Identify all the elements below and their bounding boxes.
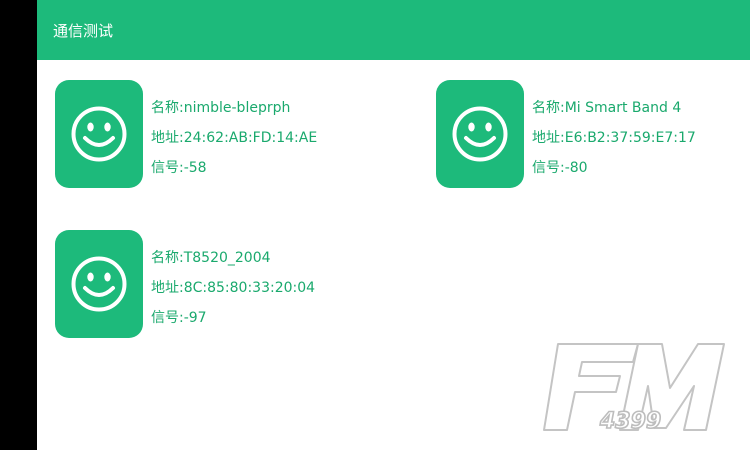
device-address-label: 地址: — [151, 280, 184, 296]
app-window: 通信测试 名称:nimble-bleprph 地址:24:62:AB:FD:14… — [37, 0, 750, 450]
device-signal-label: 信号: — [151, 160, 184, 176]
device-name-label: 名称: — [151, 100, 184, 116]
device-name: nimble-bleprph — [183, 100, 291, 116]
device-address-row: 地址:24:62:AB:FD:14:AE — [151, 123, 317, 153]
device-signal: -80 — [564, 160, 588, 176]
device-item-3[interactable]: 名称:T8520_2004 地址:8C:85:80:33:20:04 信号:-9… — [55, 230, 385, 340]
device-address: 24:62:AB:FD:14:AE — [183, 130, 318, 146]
watermark-number: 4399 — [599, 409, 661, 434]
device-signal: -58 — [183, 160, 207, 176]
device-address-label: 地址: — [151, 130, 184, 146]
device-name-label: 名称: — [532, 100, 565, 116]
device-address-row: 地址:8C:85:80:33:20:04 — [151, 273, 315, 303]
device-info: 名称:T8520_2004 地址:8C:85:80:33:20:04 信号:-9… — [151, 243, 315, 333]
device-item-2[interactable]: 名称:Mi Smart Band 4 地址:E6:B2:37:59:E7:17 … — [436, 80, 750, 190]
device-info: 名称:Mi Smart Band 4 地址:E6:B2:37:59:E7:17 … — [532, 93, 696, 183]
device-name-row: 名称:T8520_2004 — [151, 243, 315, 273]
smiley-icon — [55, 230, 143, 338]
device-name-row: 名称:Mi Smart Band 4 — [532, 93, 696, 123]
device-address-label: 地址: — [532, 130, 565, 146]
app-bar: 通信测试 — [37, 0, 750, 60]
device-signal-label: 信号: — [532, 160, 565, 176]
device-signal: -97 — [183, 310, 207, 326]
device-signal-row: 信号:-58 — [151, 153, 317, 183]
device-signal-row: 信号:-97 — [151, 303, 315, 333]
smiley-icon — [436, 80, 524, 188]
device-signal-row: 信号:-80 — [532, 153, 696, 183]
device-name: Mi Smart Band 4 — [564, 100, 682, 116]
device-address-row: 地址:E6:B2:37:59:E7:17 — [532, 123, 696, 153]
smiley-icon — [55, 80, 143, 188]
device-signal-label: 信号: — [151, 310, 184, 326]
device-name-label: 名称: — [151, 250, 184, 266]
device-address: E6:B2:37:59:E7:17 — [564, 130, 696, 146]
device-item-1[interactable]: 名称:nimble-bleprph 地址:24:62:AB:FD:14:AE 信… — [55, 80, 385, 190]
device-info: 名称:nimble-bleprph 地址:24:62:AB:FD:14:AE 信… — [151, 93, 317, 183]
app-title: 通信测试 — [53, 22, 114, 40]
device-name-row: 名称:nimble-bleprph — [151, 93, 317, 123]
device-address: 8C:85:80:33:20:04 — [183, 280, 316, 296]
fm4399-watermark-logo: 4399 — [540, 340, 740, 435]
device-name: T8520_2004 — [183, 250, 271, 266]
